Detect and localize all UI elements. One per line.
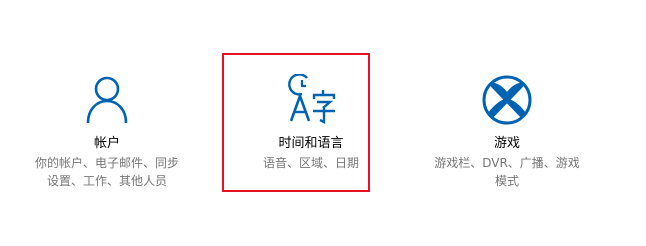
tile-description-line: 设置、工作、其他人员 bbox=[46, 174, 167, 188]
tile-description-line: 语音、区域、日期 bbox=[262, 156, 359, 170]
tile-description-line: 游戏栏、DVR、广播、游戏 bbox=[434, 156, 580, 170]
tile-title: 时间和语言 bbox=[278, 136, 344, 151]
person-icon bbox=[86, 76, 128, 124]
tile-accounts[interactable]: 帐户 你的帐户、电子邮件、同步 设置、工作、其他人员 bbox=[27, 74, 187, 190]
xbox-icon bbox=[482, 75, 532, 125]
tile-time-language[interactable]: 时间和语言 语音、区域、日期 bbox=[231, 74, 391, 172]
tile-description: 语音、区域、日期 bbox=[231, 154, 391, 172]
tile-title: 游戏 bbox=[493, 136, 520, 151]
tile-description-line: 模式 bbox=[494, 174, 519, 188]
tile-description-line: 你的帐户、电子邮件、同步 bbox=[34, 156, 179, 170]
tile-description: 你的帐户、电子邮件、同步 设置、工作、其他人员 bbox=[27, 154, 187, 190]
tile-gaming[interactable]: 游戏 游戏栏、DVR、广播、游戏 模式 bbox=[427, 74, 587, 190]
settings-categories-grid: 帐户 你的帐户、电子邮件、同步 设置、工作、其他人员 时间和语言 语音、区域、日… bbox=[0, 0, 646, 246]
tile-description: 游戏栏、DVR、广播、游戏 模式 bbox=[427, 154, 587, 190]
time-language-icon bbox=[288, 74, 336, 124]
tile-title: 帐户 bbox=[93, 136, 120, 151]
